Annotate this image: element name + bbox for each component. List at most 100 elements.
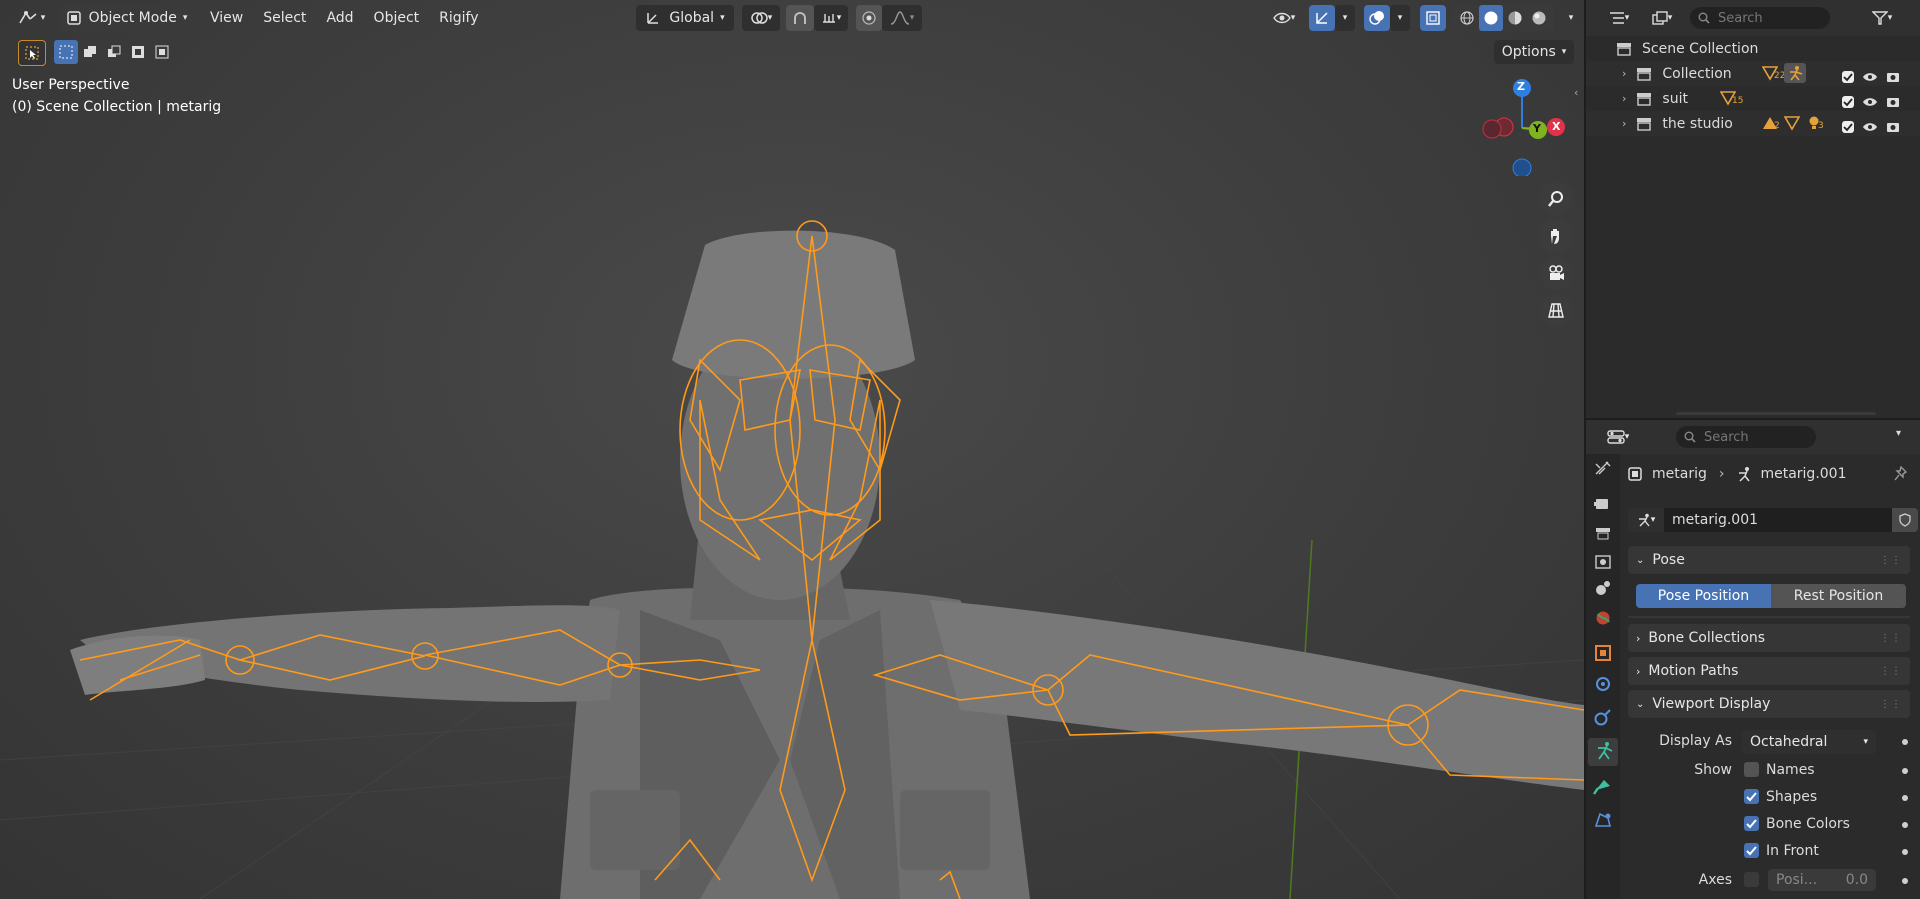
camera-view-button[interactable] [1539,256,1573,290]
render-tab-icon[interactable] [1586,490,1620,518]
snap-target-dropdown[interactable]: ▾ [814,5,848,31]
sidebar-toggle-arrow-icon[interactable]: ‹ [1574,86,1578,99]
display-mode-dropdown[interactable]: ▾ [1644,6,1680,30]
ortho-toggle-button[interactable] [1539,293,1573,327]
select-tool-button[interactable] [18,40,46,66]
outliner-row-scene-collection[interactable]: Scene Collection [1586,36,1920,61]
drag-handle-icon[interactable]: ⋮⋮ [1880,699,1902,710]
filter-dropdown[interactable]: ▾ [1862,6,1902,30]
keyframe-dot-icon[interactable] [1902,795,1908,801]
select-new-icon[interactable] [54,40,78,64]
scene-render[interactable] [0,0,1584,899]
gizmo-toggle[interactable] [1309,5,1335,31]
pin-icon[interactable] [1894,466,1908,482]
object-tab-icon[interactable] [1586,639,1620,667]
editor-type-button[interactable]: ▾ [12,5,50,31]
names-checkbox[interactable] [1744,762,1759,777]
outliner-search-input[interactable]: Search [1690,7,1830,29]
browse-armature-dropdown[interactable]: ▾ [1628,508,1664,532]
motion-paths-panel-header[interactable]: › Motion Paths ⋮⋮ [1628,657,1910,685]
snap-toggle[interactable] [786,5,814,31]
exclude-checkbox[interactable] [1842,95,1854,108]
keyframe-dot-icon[interactable] [1902,878,1908,884]
tool-tab-icon[interactable] [1586,454,1620,484]
fake-user-button[interactable] [1892,508,1918,532]
material-shading-icon[interactable] [1503,5,1527,31]
properties-editor-type[interactable]: ▾ [1600,425,1636,449]
menu-add[interactable]: Add [316,4,363,32]
world-tab-icon[interactable] [1586,606,1620,634]
menu-view[interactable]: View [200,4,253,32]
keyframe-dot-icon[interactable] [1902,849,1908,855]
select-invert-icon[interactable] [126,40,150,64]
output-tab-icon[interactable] [1586,520,1620,548]
menu-select[interactable]: Select [253,4,316,32]
bone-collections-panel-header[interactable]: › Bone Collections ⋮⋮ [1628,624,1910,652]
expand-arrow-icon[interactable]: › [1622,92,1626,105]
armature-data-tab-icon[interactable] [1586,738,1620,766]
rest-position-button[interactable]: Rest Position [1771,584,1906,608]
pose-panel-header[interactable]: ⌄ Pose ⋮⋮ [1628,546,1910,574]
solid-shading-icon[interactable] [1479,5,1503,31]
properties-search-input[interactable]: Search [1676,426,1816,448]
options-dropdown[interactable]: Options ▾ [1494,40,1574,64]
chevron-down-icon[interactable]: ▾ [1896,428,1901,439]
menu-object[interactable]: Object [364,4,430,32]
axes-position-field[interactable]: Posi... 0.0 [1768,869,1876,891]
eye-icon[interactable] [1862,71,1878,83]
drag-handle-icon[interactable]: ⋮⋮ [1880,633,1902,644]
wireframe-shading-icon[interactable] [1455,5,1479,31]
axes-checkbox[interactable] [1744,872,1759,887]
datablock-name-field[interactable]: metarig.001 [1664,508,1892,532]
navigation-gizmo[interactable]: Z Y X [1475,76,1575,176]
shading-dropdown[interactable]: ▾ [1562,5,1580,31]
eye-icon[interactable] [1862,96,1878,108]
menu-rigify[interactable]: Rigify [429,4,488,32]
exclude-checkbox[interactable] [1842,120,1854,133]
view-layer-tab-icon[interactable] [1586,550,1620,578]
keyframe-dot-icon[interactable] [1902,768,1908,774]
collection-icon [1636,92,1652,106]
falloff-dropdown[interactable]: ▾ [882,5,922,31]
select-intersect-icon[interactable] [150,40,174,64]
transform-orientation-dropdown[interactable]: Global ▾ [636,5,734,31]
outliner-editor-type[interactable]: ▾ [1602,6,1636,30]
exclude-checkbox[interactable] [1842,70,1854,83]
shapes-checkbox[interactable] [1744,789,1759,804]
viewport-display-panel-header[interactable]: ⌄ Viewport Display ⋮⋮ [1628,690,1910,718]
drag-handle-icon[interactable]: ⋮⋮ [1880,555,1902,566]
select-extend-icon[interactable] [78,40,102,64]
render-camera-icon[interactable] [1886,96,1900,108]
physics-tab-icon[interactable] [1586,670,1620,698]
pose-position-button[interactable]: Pose Position [1636,584,1771,608]
visibility-dropdown[interactable]: ▾ [1264,5,1304,31]
3d-viewport[interactable]: ▾ Object Mode ▾ View Select Add Object R… [0,0,1584,899]
pan-button[interactable] [1539,219,1573,253]
mode-dropdown[interactable]: Object Mode ▾ [60,5,194,31]
outliner-scrollbar[interactable] [1676,412,1876,415]
bone-colors-checkbox[interactable] [1744,816,1759,831]
expand-arrow-icon[interactable]: › [1622,67,1626,80]
render-camera-icon[interactable] [1886,71,1900,83]
render-camera-icon[interactable] [1886,121,1900,133]
zoom-button[interactable] [1539,182,1573,216]
proportional-edit-toggle[interactable] [856,5,882,31]
keyframe-dot-icon[interactable] [1902,739,1908,745]
expand-arrow-icon[interactable]: › [1622,117,1626,130]
bone-constraints-tab-icon[interactable] [1586,808,1620,836]
scene-tab-icon[interactable] [1586,578,1620,606]
constraints-tab-icon[interactable] [1586,704,1620,732]
pivot-point-dropdown[interactable]: ▾ [742,5,780,31]
overlays-toggle[interactable] [1364,5,1390,31]
display-as-dropdown[interactable]: Octahedral ▾ [1742,730,1876,754]
gizmo-dropdown[interactable]: ▾ [1335,5,1355,31]
eye-icon[interactable] [1862,121,1878,133]
overlays-dropdown[interactable]: ▾ [1390,5,1410,31]
rendered-shading-icon[interactable] [1527,5,1551,31]
xray-toggle[interactable] [1420,5,1446,31]
keyframe-dot-icon[interactable] [1902,822,1908,828]
drag-handle-icon[interactable]: ⋮⋮ [1880,666,1902,677]
select-subtract-icon[interactable] [102,40,126,64]
in-front-checkbox[interactable] [1744,843,1759,858]
bone-tab-icon[interactable] [1586,774,1620,802]
